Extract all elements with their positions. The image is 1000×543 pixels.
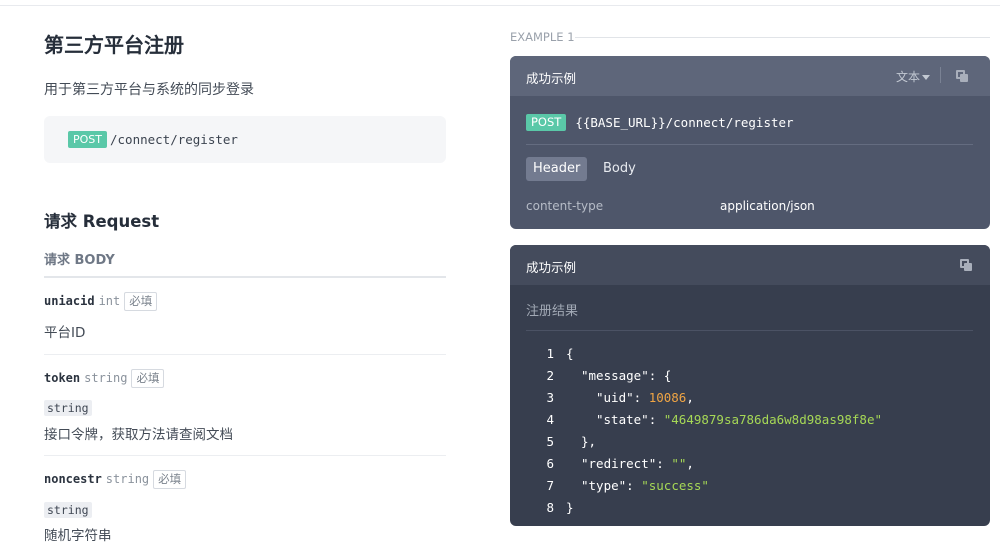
header-value: application/json (720, 199, 815, 213)
required-badge: 必填 (124, 291, 158, 311)
line-number: 5 (546, 434, 554, 449)
divider (526, 144, 973, 145)
code-text: } (566, 500, 574, 515)
copy-icon[interactable] (956, 70, 968, 82)
endpoint-path: /connect/register (110, 132, 238, 147)
request-section-title: 请求 Request (44, 212, 160, 231)
param-type: string (84, 371, 128, 385)
line-number: 3 (546, 390, 554, 405)
param-type-tag: string (44, 400, 92, 416)
request-url: {{BASE_URL}}/connect/register (575, 114, 794, 130)
param-row: token string 必填 string 接口令牌，获取方法请查阅文档 (44, 354, 446, 455)
card-title: 成功示例 (526, 71, 577, 86)
required-badge: 必填 (153, 469, 187, 489)
param-name: noncestr (44, 472, 102, 486)
example-label: EXAMPLE 1 (510, 30, 575, 44)
page-title: 第三方平台注册 (44, 33, 184, 57)
code-text: { (566, 346, 574, 361)
request-line: POST {{BASE_URL}}/connect/register (526, 113, 794, 131)
param-description: 接口令牌，获取方法请查阅文档 (44, 427, 233, 443)
format-label: 文本 (896, 70, 921, 84)
code-text: "message": { (581, 368, 672, 383)
card-title: 成功示例 (526, 260, 577, 275)
caret-down-icon (922, 75, 931, 80)
line-number: 8 (546, 500, 554, 515)
divider (526, 330, 973, 331)
header-divider (940, 67, 941, 83)
request-example-card: 成功示例 文本 POST {{BASE_URL}}/connect/regist… (510, 56, 990, 229)
param-row: uniacid int 必填 平台ID (44, 278, 446, 354)
line-number: 2 (546, 368, 554, 383)
param-type-tag: string (44, 502, 92, 518)
line-number: 7 (546, 478, 554, 493)
card-header: 成功示例 文本 (510, 56, 990, 96)
param-type: string (105, 472, 150, 486)
param-header: token string 必填 (44, 368, 165, 388)
param-type: int (98, 294, 121, 308)
param-name: uniacid (44, 294, 95, 308)
top-divider (0, 5, 1000, 6)
format-dropdown[interactable]: 文本 (896, 68, 931, 85)
line-number: 4 (546, 412, 554, 427)
param-description: 随机字符串 (44, 528, 112, 543)
page-description: 用于第三方平台与系统的同步登录 (44, 82, 254, 98)
method-badge: POST (68, 131, 107, 148)
request-body-label: 请求 BODY (44, 249, 446, 278)
code-text: "redirect": "", (581, 456, 694, 471)
tab-header[interactable]: Header (526, 157, 588, 181)
line-number: 1 (546, 346, 554, 361)
tab-body[interactable]: Body (596, 157, 643, 181)
param-row: noncestr string 必填 string 随机字符串 (44, 455, 446, 543)
param-name: token (44, 371, 81, 385)
code-text: "uid": 10086, (596, 390, 694, 405)
code-text: "state": "4649879sa786da6w8d98as98f8e" (596, 412, 882, 427)
code-text: }, (581, 434, 597, 449)
line-number: 6 (546, 456, 554, 471)
example-divider (575, 37, 990, 38)
param-header: uniacid int 必填 (44, 291, 158, 311)
code-text: "type": "success" (581, 478, 709, 493)
header-key: content-type (526, 199, 604, 213)
response-example-card: 成功示例 注册结果 1 {2 "message": { 3 "uid": 10086, 4… (510, 245, 990, 526)
param-description: 平台ID (44, 325, 86, 341)
required-badge: 必填 (131, 368, 165, 388)
copy-icon[interactable] (960, 259, 972, 271)
card-header: 成功示例 (510, 245, 990, 285)
endpoint-box: POST /connect/register (44, 116, 446, 163)
param-header: noncestr string 必填 (44, 469, 187, 489)
response-description: 注册结果 (526, 304, 579, 319)
method-badge: POST (526, 113, 567, 131)
